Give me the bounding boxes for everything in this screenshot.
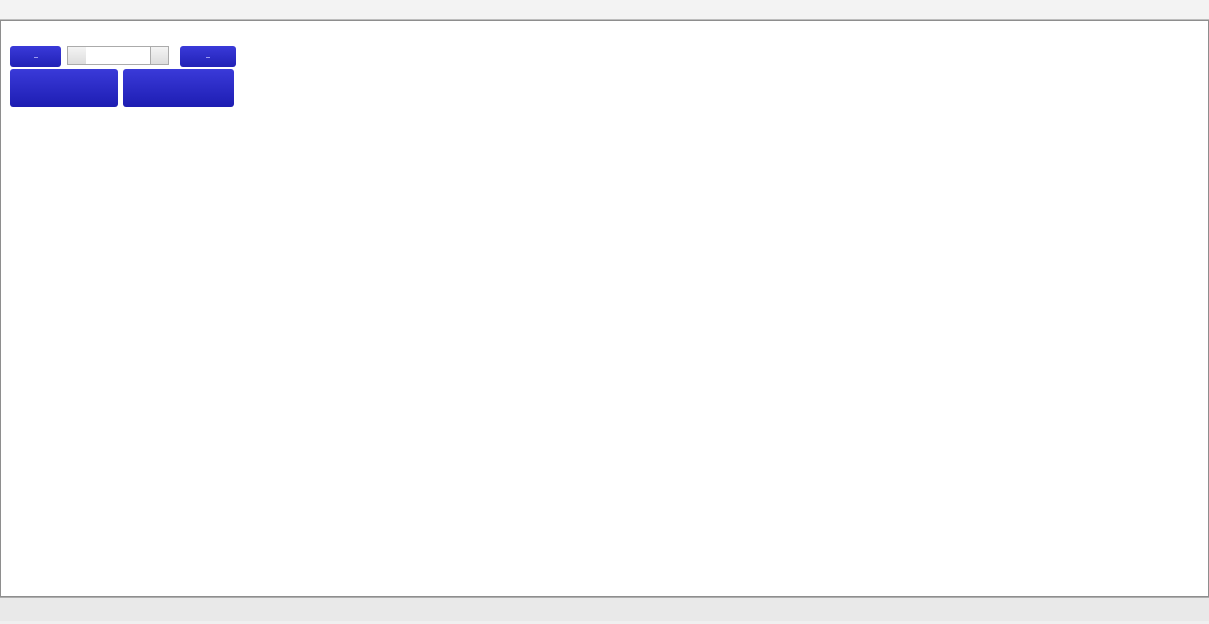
mt4-terminal xyxy=(0,0,1209,624)
date-axis xyxy=(1,574,1131,590)
chart-window xyxy=(0,20,1209,597)
volume-input[interactable] xyxy=(86,46,150,65)
volume-increase-button[interactable] xyxy=(150,46,169,65)
volume-decrease-button[interactable] xyxy=(67,46,86,65)
sell-button[interactable] xyxy=(10,46,61,67)
timeframe-toolbar xyxy=(0,0,1209,20)
one-click-trading-panel xyxy=(10,46,236,107)
sell-price-display[interactable] xyxy=(10,69,118,107)
buy-price-display[interactable] xyxy=(123,69,234,107)
chart-tab-bar xyxy=(0,597,1209,621)
chart-canvas[interactable] xyxy=(1,21,1208,596)
buy-button[interactable] xyxy=(180,46,236,67)
